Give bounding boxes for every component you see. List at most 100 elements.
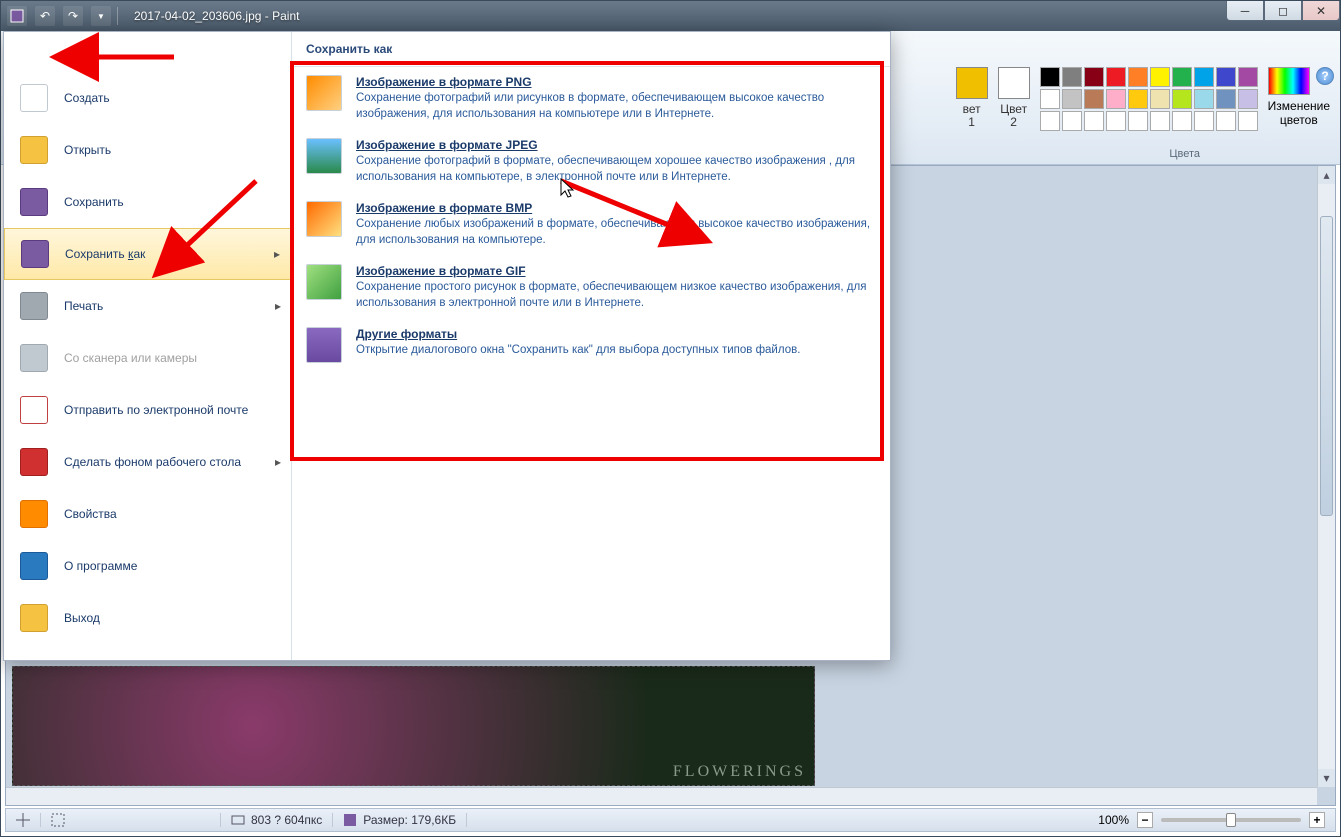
saveas-option-2[interactable]: Изображение в формате BMPСохранение любы…	[292, 193, 890, 256]
palette-color-1-3[interactable]	[1106, 89, 1126, 109]
qat-dropdown-icon[interactable]: ▼	[91, 6, 111, 26]
palette-color-2-0[interactable]	[1040, 111, 1060, 131]
file-menu-item-icon	[18, 290, 50, 322]
maximize-button[interactable]: ◻	[1264, 1, 1302, 21]
colors-group: вет1 Цвет2 Изменениецветов	[956, 67, 1330, 131]
color1-block[interactable]: вет1	[956, 67, 988, 129]
saveas-option-desc: Открытие диалогового окна "Сохранить как…	[356, 343, 800, 359]
file-menu-item-0[interactable]: Создать	[4, 72, 291, 124]
crosshair-icon	[16, 813, 30, 827]
color2-label: Цвет2	[998, 103, 1030, 129]
zoom-slider[interactable]	[1161, 818, 1301, 822]
saveas-option-3[interactable]: Изображение в формате GIFСохранение прос…	[292, 256, 890, 319]
color1-label: вет1	[956, 103, 988, 129]
file-menu-item-5: Со сканера или камеры	[4, 332, 291, 384]
palette-color-2-1[interactable]	[1062, 111, 1082, 131]
saveas-option-1[interactable]: Изображение в формате JPEGСохранение фот…	[292, 130, 890, 193]
palette-color-2-8[interactable]	[1216, 111, 1236, 131]
close-button[interactable]: ✕	[1302, 1, 1340, 21]
file-menu-item-3[interactable]: Сохранить как	[4, 228, 291, 280]
saveas-option-0[interactable]: Изображение в формате PNGСохранение фото…	[292, 67, 890, 130]
palette-color-0-8[interactable]	[1216, 67, 1236, 87]
saveas-option-icon	[306, 75, 342, 111]
color2-swatch	[998, 67, 1030, 99]
scroll-down-arrow-icon[interactable]: ▾	[1318, 769, 1335, 787]
colors-group-label: Цвета	[1169, 148, 1200, 160]
palette-color-0-7[interactable]	[1194, 67, 1214, 87]
color1-swatch	[956, 67, 988, 99]
file-menu-item-1[interactable]: Открыть	[4, 124, 291, 176]
edit-colors-button[interactable]: Изменениецветов	[1268, 67, 1330, 127]
palette-color-2-6[interactable]	[1172, 111, 1192, 131]
palette-color-2-4[interactable]	[1128, 111, 1148, 131]
selection-icon	[51, 813, 65, 827]
statusbar: 803 ? 604пкс Размер: 179,6КБ 100% − +	[5, 808, 1336, 832]
file-menu-item-label: Печать	[64, 299, 103, 313]
palette-color-0-2[interactable]	[1084, 67, 1104, 87]
scroll-up-arrow-icon[interactable]: ▴	[1318, 166, 1335, 184]
vertical-scrollbar[interactable]: ▴ ▾	[1317, 166, 1335, 787]
file-menu-item-9[interactable]: О программе	[4, 540, 291, 592]
file-menu-item-label: Сохранить как	[65, 247, 145, 261]
window-controls: ─ ◻ ✕	[1226, 1, 1340, 21]
palette-color-0-9[interactable]	[1238, 67, 1258, 87]
palette-color-1-8[interactable]	[1216, 89, 1236, 109]
window-title: 2017-04-02_203606.jpg - Paint	[134, 9, 299, 23]
zoom-in-button[interactable]: +	[1309, 812, 1325, 828]
saveas-option-desc: Сохранение простого рисунок в формате, о…	[356, 280, 876, 311]
palette-color-1-2[interactable]	[1084, 89, 1104, 109]
palette-color-2-3[interactable]	[1106, 111, 1126, 131]
file-menu-item-2[interactable]: Сохранить	[4, 176, 291, 228]
file-menu-item-icon	[18, 498, 50, 530]
zoom-out-button[interactable]: −	[1137, 812, 1153, 828]
palette-color-2-9[interactable]	[1238, 111, 1258, 131]
file-menu-item-label: Выход	[64, 611, 100, 625]
file-menu-item-icon	[19, 238, 51, 270]
palette-color-2-5[interactable]	[1150, 111, 1170, 131]
palette-color-0-5[interactable]	[1150, 67, 1170, 87]
palette-color-1-4[interactable]	[1128, 89, 1148, 109]
zoom-slider-knob[interactable]	[1226, 813, 1236, 827]
file-menu-item-8[interactable]: Свойства	[4, 488, 291, 540]
file-menu-item-label: Создать	[64, 91, 110, 105]
statusbar-selection	[41, 813, 221, 827]
file-menu-item-label: Сделать фоном рабочего стола	[64, 455, 241, 469]
palette-color-0-6[interactable]	[1172, 67, 1192, 87]
submenu-heading: Сохранить как	[292, 32, 890, 67]
palette-color-2-7[interactable]	[1194, 111, 1214, 131]
palette-color-1-0[interactable]	[1040, 89, 1060, 109]
titlebar: ↶ ↷ ▼ 2017-04-02_203606.jpg - Paint ─ ◻ …	[1, 1, 1340, 31]
file-menu-item-label: Отправить по электронной почте	[64, 403, 248, 417]
file-menu-item-6[interactable]: Отправить по электронной почте	[4, 384, 291, 436]
file-menu-item-10[interactable]: Выход	[4, 592, 291, 644]
palette-color-1-5[interactable]	[1150, 89, 1170, 109]
saveas-option-icon	[306, 327, 342, 363]
palette-color-0-0[interactable]	[1040, 67, 1060, 87]
file-menu-item-label: Открыть	[64, 143, 111, 157]
palette-color-0-1[interactable]	[1062, 67, 1082, 87]
statusbar-cursor-pos	[6, 813, 41, 827]
saveas-option-icon	[306, 138, 342, 174]
palette-color-1-9[interactable]	[1238, 89, 1258, 109]
minimize-button[interactable]: ─	[1226, 1, 1264, 21]
qat-save-icon[interactable]	[7, 6, 27, 26]
qat-undo-icon[interactable]: ↶	[35, 6, 55, 26]
horizontal-scrollbar[interactable]	[6, 787, 1317, 805]
saveas-option-4[interactable]: Другие форматыОткрытие диалогового окна …	[292, 319, 890, 371]
file-menu-item-4[interactable]: Печать	[4, 280, 291, 332]
file-menu-saveas-submenu: Сохранить как Изображение в формате PNGС…	[291, 32, 890, 660]
palette-color-1-6[interactable]	[1172, 89, 1192, 109]
scroll-thumb[interactable]	[1320, 216, 1333, 516]
palette-color-0-3[interactable]	[1106, 67, 1126, 87]
file-menu-item-icon	[18, 602, 50, 634]
palette-color-2-2[interactable]	[1084, 111, 1104, 131]
qat-redo-icon[interactable]: ↷	[63, 6, 83, 26]
canvas-image[interactable]: FLOWERINGS	[12, 666, 815, 786]
file-menu-item-7[interactable]: Сделать фоном рабочего стола	[4, 436, 291, 488]
color2-block[interactable]: Цвет2	[998, 67, 1030, 129]
palette-color-1-1[interactable]	[1062, 89, 1082, 109]
palette-color-0-4[interactable]	[1128, 67, 1148, 87]
file-menu-item-icon	[18, 394, 50, 426]
file-menu-item-icon	[18, 134, 50, 166]
palette-color-1-7[interactable]	[1194, 89, 1214, 109]
